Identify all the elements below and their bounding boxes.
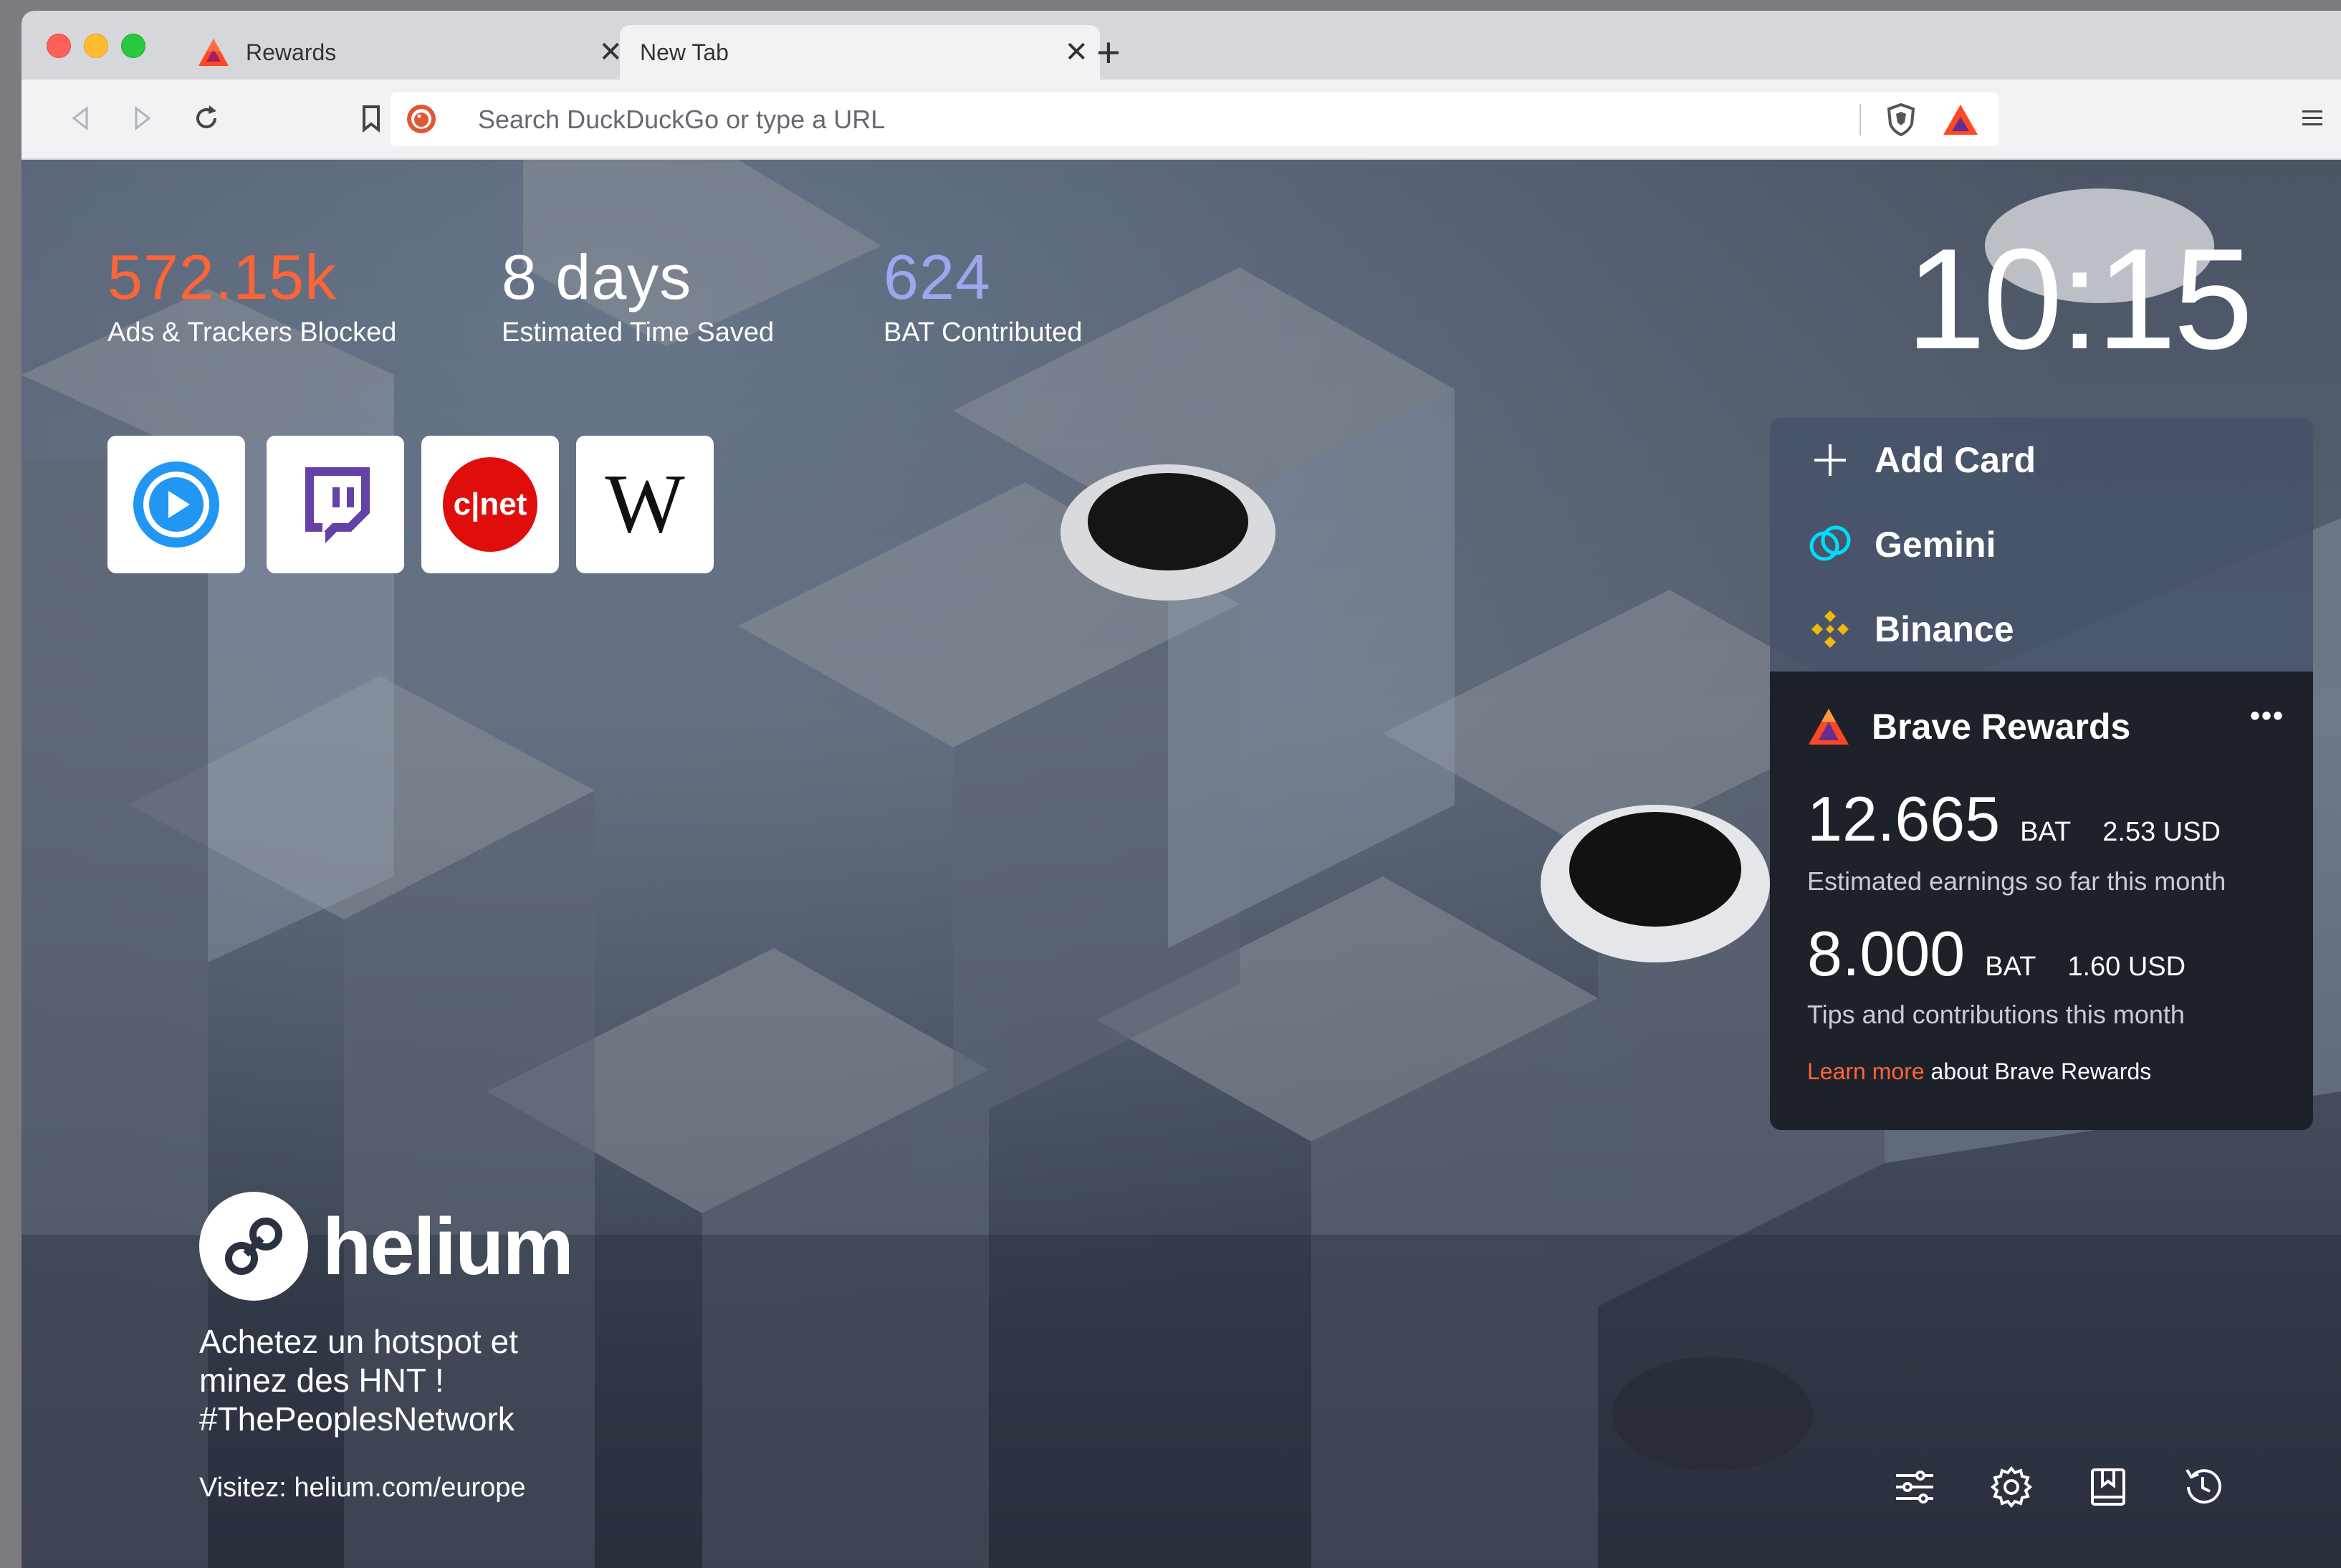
- close-window-button[interactable]: [47, 34, 71, 58]
- learn-more-link[interactable]: Learn more: [1807, 1058, 1925, 1084]
- reload-button[interactable]: [186, 98, 226, 138]
- bookmark-icon: [363, 105, 380, 133]
- visit-label: Visitez:: [199, 1473, 295, 1503]
- gemini-label: Gemini: [1875, 525, 1996, 565]
- new-tab-button[interactable]: +: [1096, 32, 1121, 74]
- address-bar[interactable]: Search DuckDuckGo or type a URL: [391, 92, 1999, 146]
- earnings-unit: BAT: [2020, 817, 2072, 847]
- stat-label: BAT Contributed: [884, 317, 1083, 348]
- customize-sliders-icon[interactable]: [1892, 1464, 1938, 1510]
- bookmark-button[interactable]: [351, 98, 391, 138]
- sponsor-visit-line: Visitez: helium.com/europe: [199, 1473, 573, 1504]
- hamburger-menu-icon[interactable]: [2298, 104, 2327, 133]
- earnings-row: 12.665 BAT 2.53 USD: [1807, 788, 2221, 851]
- minimize-window-button[interactable]: [84, 34, 108, 58]
- helium-logo-icon: [199, 1192, 308, 1301]
- visit-url[interactable]: helium.com/europe: [294, 1473, 525, 1503]
- add-card-label: Add Card: [1875, 440, 2036, 480]
- cnet-logo-text: c|net: [454, 487, 527, 522]
- bat-triangle-icon: [1809, 709, 1849, 745]
- browser-window: Rewards ✕ New Tab ✕ + Search DuckDuckGo …: [21, 11, 2341, 1568]
- back-button[interactable]: [61, 98, 101, 138]
- stat-value: 8 days: [502, 242, 692, 312]
- forward-button[interactable]: [122, 98, 162, 138]
- tips-unit: BAT: [1985, 952, 2036, 982]
- wikipedia-icon: W: [605, 456, 685, 550]
- bat-triangle-icon: [198, 39, 229, 66]
- tab-label: Rewards: [246, 39, 337, 65]
- tab-close-icon[interactable]: ✕: [1064, 38, 1088, 67]
- tab-close-icon[interactable]: ✕: [598, 38, 623, 67]
- tab-rewards[interactable]: Rewards ✕: [176, 25, 634, 80]
- gemini-icon: [1807, 522, 1853, 568]
- cnet-icon: c|net: [443, 457, 537, 552]
- history-icon[interactable]: [2180, 1464, 2226, 1510]
- stat-label: Ads & Trackers Blocked: [107, 317, 397, 348]
- tips-row: 8.000 BAT 1.60 USD: [1807, 922, 2186, 985]
- helium-wordmark: helium: [322, 1201, 574, 1291]
- tips-amount: 8.000: [1807, 918, 1966, 989]
- binance-icon: [1807, 606, 1853, 652]
- rewards-title: Brave Rewards: [1872, 707, 2131, 747]
- tab-strip: Rewards ✕ New Tab ✕ +: [21, 11, 2341, 80]
- brave-shield-icon[interactable]: [1885, 102, 1918, 137]
- earnings-usd: 2.53 USD: [2102, 817, 2221, 847]
- toolbar: Search DuckDuckGo or type a URL: [21, 80, 2341, 160]
- gemini-card-tab[interactable]: Gemini: [1770, 502, 2313, 587]
- more-options-icon[interactable]: •••: [2250, 700, 2284, 732]
- url-placeholder[interactable]: Search DuckDuckGo or type a URL: [478, 92, 885, 146]
- stat-label: Estimated Time Saved: [502, 317, 775, 348]
- widget-stack: Add Card Gemini Binance Brave Rewards ••…: [1770, 418, 2313, 1130]
- stat-value: 624: [884, 242, 991, 312]
- clock: 10:15: [1906, 219, 2253, 379]
- stat-value: 572.15k: [107, 242, 337, 312]
- reload-icon: [196, 105, 216, 128]
- wikipedia-logo-text: W: [605, 456, 685, 550]
- brave-rewards-card[interactable]: Brave Rewards ••• 12.665 BAT 2.53 USD Es…: [1770, 671, 2313, 1130]
- learn-more-line: Learn more about Brave Rewards: [1807, 1058, 2151, 1085]
- top-site-tile[interactable]: [267, 436, 404, 573]
- plus-icon: [1807, 437, 1853, 483]
- learn-more-text: about Brave Rewards: [1924, 1058, 2152, 1084]
- top-site-tile[interactable]: [107, 436, 245, 573]
- twitch-icon: [305, 467, 370, 543]
- stat-ads-blocked: 572.15k Ads & Trackers Blocked: [107, 246, 396, 348]
- earnings-caption: Estimated earnings so far this month: [1807, 866, 2226, 896]
- play-icon: [133, 462, 219, 548]
- tips-usd: 1.60 USD: [2067, 952, 2186, 982]
- binance-label: Binance: [1875, 609, 2014, 649]
- sponsor-tagline: Achetez un hotspot et minez des HNT ! #T…: [199, 1323, 518, 1438]
- tips-caption: Tips and contributions this month: [1807, 1000, 2185, 1029]
- stat-time-saved: 8 days Estimated Time Saved: [502, 246, 774, 348]
- bat-triangle-icon[interactable]: [1942, 102, 1979, 137]
- bookmarks-icon[interactable]: [2085, 1464, 2131, 1510]
- earnings-amount: 12.665: [1807, 783, 2001, 854]
- top-site-tile[interactable]: c|net: [421, 436, 559, 573]
- helium-logo[interactable]: helium: [199, 1192, 574, 1301]
- rewards-header: Brave Rewards: [1807, 706, 2130, 747]
- back-arrow-icon: [72, 105, 88, 131]
- new-tab-page: 572.15k Ads & Trackers Blocked 8 days Es…: [21, 160, 2341, 1568]
- settings-gear-icon[interactable]: [1988, 1464, 2034, 1510]
- divider: [1859, 104, 1861, 135]
- add-card-button[interactable]: Add Card: [1770, 418, 2313, 502]
- tab-new-tab[interactable]: New Tab ✕: [620, 25, 1100, 80]
- binance-card-tab[interactable]: Binance: [1770, 587, 2313, 671]
- tab-label: New Tab: [640, 39, 729, 65]
- top-site-tile[interactable]: W: [576, 436, 714, 573]
- stat-bat-contributed: 624 BAT Contributed: [884, 246, 1082, 348]
- sponsored-content[interactable]: helium Achetez un hotspot et minez des H…: [199, 1192, 574, 1504]
- forward-arrow-icon: [135, 105, 151, 131]
- zoom-window-button[interactable]: [121, 34, 145, 58]
- duckduckgo-icon: [407, 105, 436, 133]
